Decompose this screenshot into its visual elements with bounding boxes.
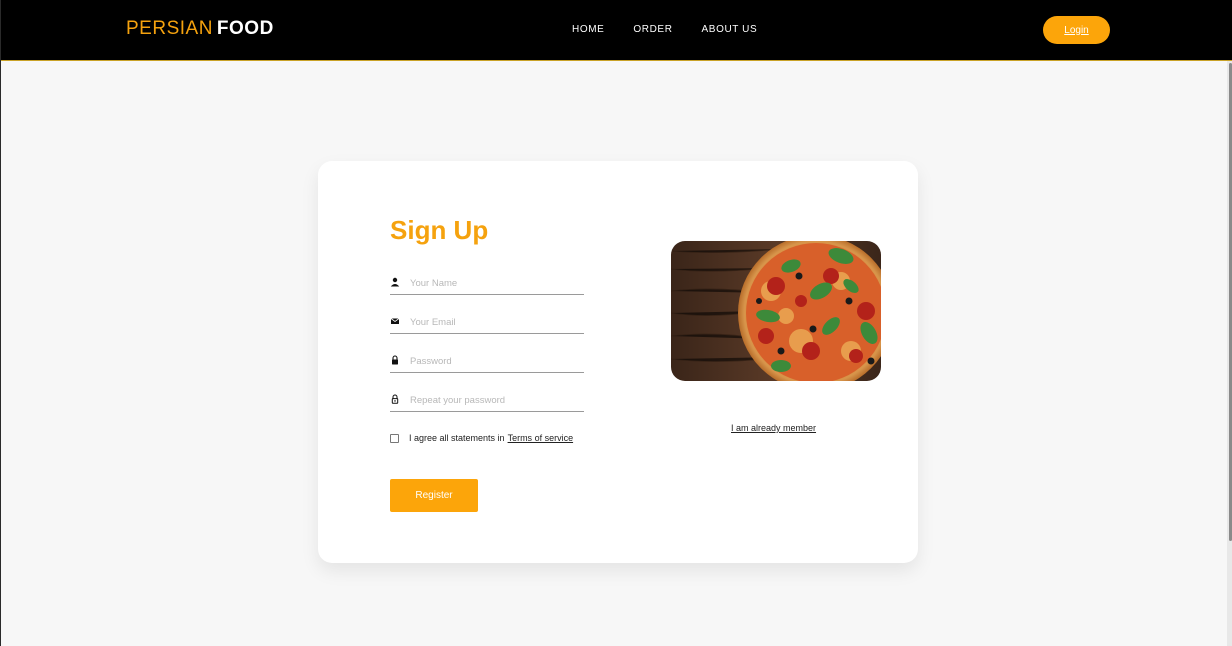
user-icon (390, 277, 400, 287)
main-nav: HOME ORDER ABOUT US (572, 24, 757, 35)
login-button[interactable]: Login (1043, 16, 1110, 44)
name-input[interactable] (410, 275, 580, 291)
email-icon (390, 318, 400, 324)
browser-frame: PERSIAN FOOD HOME ORDER ABOUT US Login Si… (0, 0, 1232, 646)
pizza-image (671, 241, 881, 381)
password-input[interactable] (410, 353, 580, 369)
repeat-password-field (390, 392, 584, 412)
nav-item-home[interactable]: HOME (572, 24, 604, 35)
name-field (390, 275, 584, 295)
repeat-password-input[interactable] (410, 392, 580, 408)
already-member-link[interactable]: I am already member (731, 423, 816, 433)
brand-logo[interactable]: PERSIAN FOOD (126, 18, 274, 40)
email-field (390, 314, 584, 334)
pizza-illustration (671, 241, 881, 381)
signup-title: Sign Up (390, 215, 489, 245)
signup-card: Sign Up Your Name Your Email I agree all… (318, 161, 918, 563)
agree-text: I agree all statements in (409, 433, 505, 443)
nav-item-order[interactable]: ORDER (633, 24, 672, 35)
lock-icon (392, 355, 398, 365)
email-input[interactable] (410, 314, 580, 330)
lock-outline-icon (391, 394, 399, 404)
terms-agreement: I agree all statements in Terms of servi… (390, 433, 573, 443)
register-button[interactable]: Register (390, 479, 478, 512)
terms-link[interactable]: Terms of service (508, 433, 574, 443)
password-field (390, 353, 584, 373)
nav-item-about-us[interactable]: ABOUT US (702, 24, 758, 35)
brand-part-1: PERSIAN (126, 18, 213, 39)
top-navbar: PERSIAN FOOD HOME ORDER ABOUT US Login (1, 0, 1232, 61)
terms-checkbox[interactable] (390, 433, 399, 443)
brand-part-2: FOOD (216, 18, 274, 39)
